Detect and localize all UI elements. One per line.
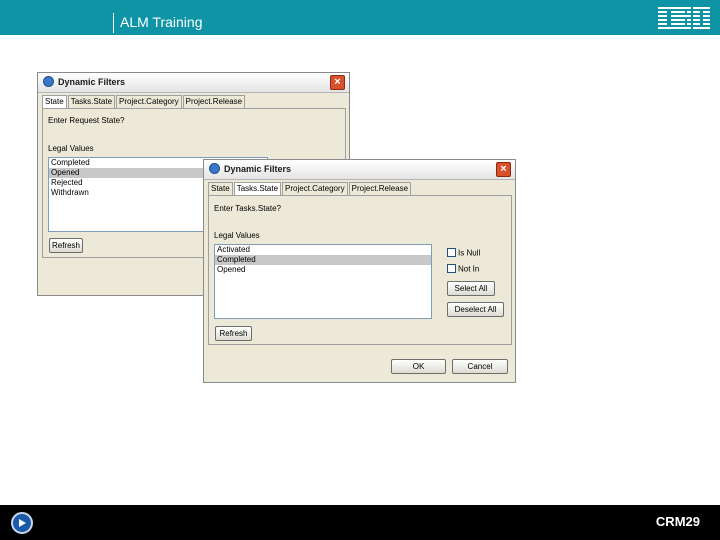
header-divider [113,13,114,33]
checkbox-box[interactable] [447,264,456,274]
dynamic-filters-dialog-tasks-state: Dynamic Filters × State Tasks.State Proj… [203,159,516,383]
refresh-button[interactable]: Refresh [49,238,83,253]
globe-icon [209,163,220,174]
refresh-button[interactable]: Refresh [215,326,252,341]
tab-tasks-state[interactable]: Tasks.State [233,182,282,196]
cancel-button[interactable]: Cancel [452,359,508,374]
play-button[interactable] [11,512,33,534]
slide-code: CRM29 [655,514,700,529]
presentation-title: ALM Training [120,14,203,30]
tab-strip: State Tasks.State Project.Category Proje… [208,182,412,196]
not-in-checkbox[interactable]: Not In [447,264,480,274]
legal-values-list[interactable]: Activated Completed Opened [214,244,432,319]
deselect-all-button[interactable]: Deselect All [447,302,504,317]
legal-values-label: Legal Values [48,144,94,153]
tab-panel: Enter Tasks.State? Legal Values Activate… [208,195,512,345]
tab-strip: State Tasks.State Project.Category Proje… [42,95,246,109]
checkbox-label: Not In [458,264,480,274]
dialog-titlebar[interactable]: Dynamic Filters × [204,160,515,180]
dialog-titlebar[interactable]: Dynamic Filters × [38,73,349,93]
dialog-title: Dynamic Filters [224,164,292,174]
list-item[interactable]: Activated [215,245,431,255]
tab-tasks-state[interactable]: Tasks.State [67,95,116,108]
close-button[interactable]: × [496,162,511,177]
prompt-text: Enter Request State? [48,116,125,125]
globe-icon [43,76,54,87]
tab-project-release[interactable]: Project.Release [348,182,412,195]
checkbox-label: Is Null [458,248,481,258]
tab-project-category[interactable]: Project.Category [116,95,182,108]
tab-state[interactable]: State [208,182,233,195]
ibm-logo [658,6,710,30]
is-null-checkbox[interactable]: Is Null [447,248,481,258]
tab-state[interactable]: State [42,95,67,109]
dialog-title: Dynamic Filters [58,77,126,87]
play-icon [19,519,26,527]
list-item-selected[interactable]: Completed [215,255,431,265]
legal-values-label: Legal Values [214,231,260,240]
tab-project-release[interactable]: Project.Release [182,95,246,108]
tab-project-category[interactable]: Project.Category [282,182,348,195]
select-all-button[interactable]: Select All [447,281,495,296]
close-button[interactable]: × [330,75,345,90]
list-item[interactable]: Opened [215,265,431,275]
ok-button[interactable]: OK [391,359,446,374]
footer-bar: CRM29 [0,505,720,540]
prompt-text: Enter Tasks.State? [214,204,281,213]
checkbox-box[interactable] [447,248,456,258]
header-banner: ALM Training [0,0,720,35]
